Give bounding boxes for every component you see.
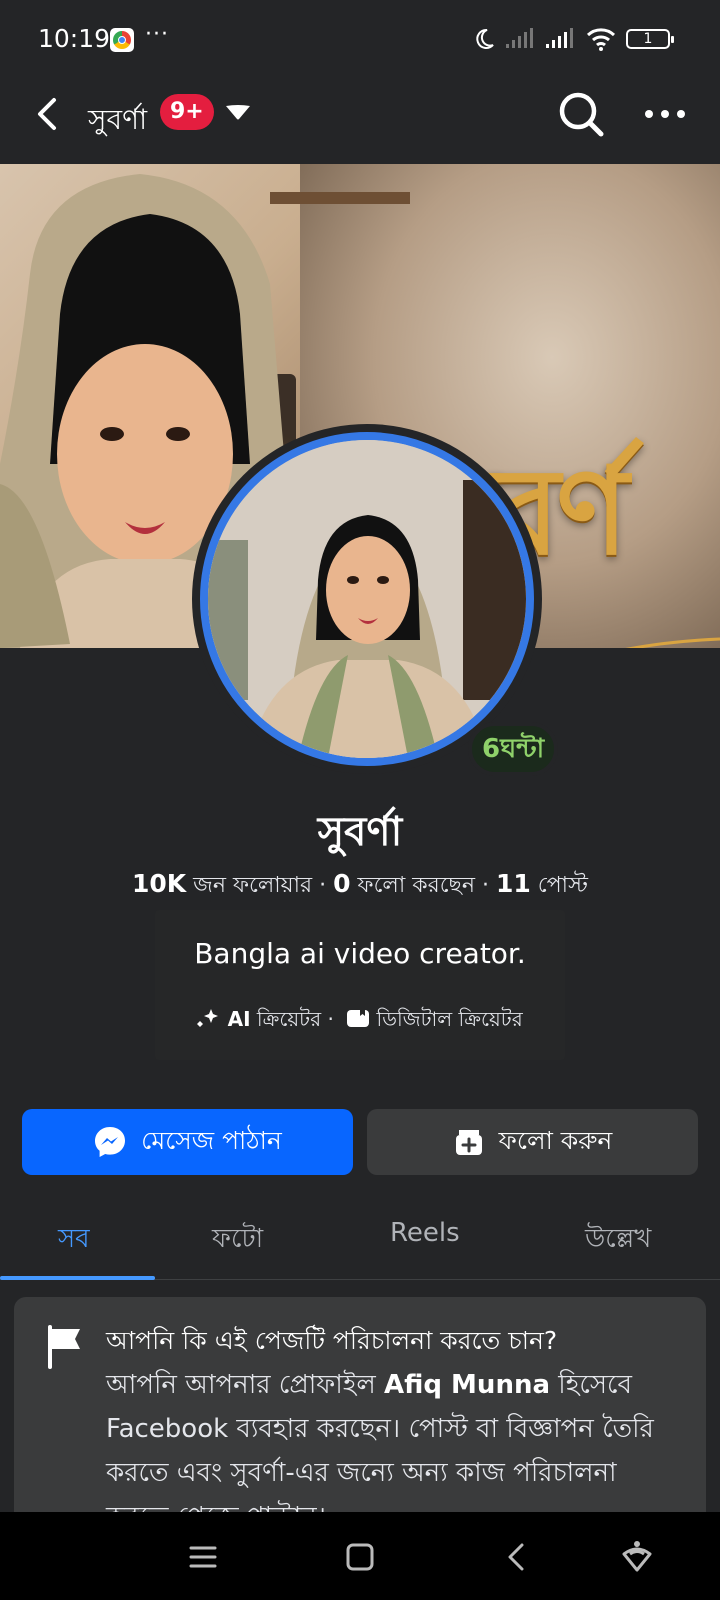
wifi-icon	[586, 28, 616, 51]
story-time-badge: 6ঘন্টা	[468, 722, 559, 776]
tab-all[interactable]: সব	[58, 1218, 90, 1262]
tab-reels[interactable]: Reels	[390, 1218, 460, 1248]
status-bar: 10:19 ··· 1	[0, 0, 720, 80]
notification-badge: 9+	[160, 94, 214, 130]
bio-text: Bangla ai video creator.	[194, 937, 526, 970]
message-button[interactable]: মেসেজ পাঠান	[22, 1109, 353, 1175]
notice-title: আপনি কি এই পেজটি পরিচালনা করতে চান?	[106, 1326, 558, 1355]
stats-separator: ·	[482, 873, 489, 898]
tab-mentions[interactable]: উল্লেখ	[585, 1218, 651, 1262]
follow-icon	[455, 1130, 482, 1155]
posts-count: 11	[496, 869, 531, 898]
category-ai-prefix: AI	[227, 1007, 251, 1031]
categories: AI ক্রিয়েটর · ডিজিটাল ক্রিয়েটর	[155, 1005, 565, 1038]
notice-body-prefix: আপনি আপনার প্রোফাইল	[106, 1370, 376, 1400]
cover-ornament	[625, 637, 720, 648]
profile-stats: 10K জন ফলোয়ার · 0 ফলো করছেন · 11 পোস্ট	[0, 868, 720, 905]
moon-icon	[476, 28, 494, 49]
digital-creator-icon	[347, 1010, 370, 1027]
posts-label: পোস্ট	[537, 873, 589, 898]
more-icon[interactable]	[640, 94, 690, 134]
back-icon[interactable]	[24, 90, 72, 138]
home-icon[interactable]	[335, 1532, 385, 1582]
follow-button[interactable]: ফলো করুন	[367, 1109, 698, 1175]
menu-icon[interactable]	[178, 1532, 228, 1582]
follow-button-label: ফলো করুন	[498, 1125, 613, 1155]
signal-icon	[546, 28, 573, 48]
battery-icon: 1	[626, 29, 674, 49]
profile-name: সুবর্ণা	[317, 809, 403, 855]
page-title[interactable]: সুবর্ণা	[88, 98, 147, 145]
followers-label[interactable]: জন ফলোয়ার	[193, 873, 312, 898]
chrome-icon	[110, 28, 134, 52]
system-nav-bar	[0, 1512, 720, 1600]
category-digital: ডিজিটাল ক্রিয়েটর	[376, 1007, 523, 1031]
assistant-icon[interactable]	[612, 1532, 662, 1582]
category-separator: ·	[327, 1007, 334, 1031]
stats-separator: ·	[319, 873, 327, 898]
signal-icon	[506, 28, 533, 48]
avatar[interactable]	[200, 432, 534, 766]
notice-profile-name: Afiq Munna	[384, 1370, 551, 1400]
profile-tabs: সব ফটো Reels উল্লেখ	[0, 1200, 720, 1280]
message-button-label: মেসেজ পাঠান	[141, 1125, 282, 1155]
bio-card: Bangla ai video creator. AI ক্রিয়েটর · …	[155, 910, 565, 1060]
messenger-icon	[95, 1127, 126, 1157]
category-ai-label: ক্রিয়েটর	[256, 1007, 322, 1031]
avatar-photo	[208, 440, 526, 758]
status-more: ···	[145, 22, 169, 47]
sparkle-icon	[197, 1009, 219, 1027]
caret-down-icon[interactable]	[222, 100, 254, 124]
back-nav-icon[interactable]	[492, 1532, 542, 1582]
status-icons: 1	[472, 24, 674, 54]
active-tab-indicator	[0, 1276, 155, 1280]
following-count: 0	[333, 869, 351, 898]
flag-icon	[48, 1325, 80, 1369]
status-time: 10:19	[38, 24, 111, 53]
search-icon[interactable]	[555, 88, 607, 140]
followers-count: 10K	[131, 869, 187, 898]
page-header: সুবর্ণা 9+	[0, 80, 720, 164]
following-label[interactable]: ফলো করছেন	[358, 873, 475, 898]
tab-photos[interactable]: ফটো	[212, 1218, 263, 1262]
